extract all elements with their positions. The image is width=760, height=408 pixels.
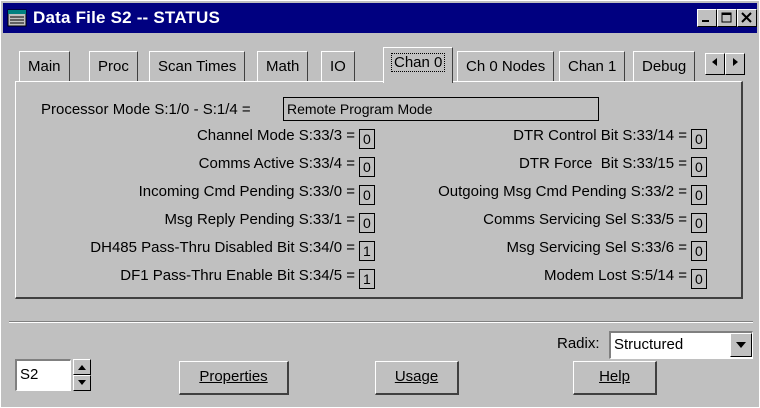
tab-scroll-right-button[interactable] [725,53,745,75]
file-spin-down-button[interactable] [73,375,91,391]
df1-pass-thru-enable-value: 1 [359,269,375,289]
radix-label: Radix: [557,335,600,352]
channel-mode-label: Channel Mode S:33/3 = [196,127,355,144]
chevron-down-icon [736,342,746,348]
tab-debug[interactable]: Debug [633,51,696,82]
close-button[interactable] [737,9,757,27]
comms-active-label: Comms Active S:33/4 = [198,155,355,172]
spin-up-icon [78,365,86,370]
dtr-control-bit-label: DTR Control Bit S:33/14 = [513,127,687,144]
msg-reply-pending-label: Msg Reply Pending S:33/1 = [164,211,355,228]
msg-reply-pending-value: 0 [359,213,375,233]
help-button-label: Help [599,368,630,385]
properties-button[interactable]: Properties [179,361,289,395]
radix-select[interactable]: Structured [609,331,753,359]
df1-pass-thru-enable-label: DF1 Pass-Thru Enable Bit S:34/5 = [120,267,355,284]
tab-io[interactable]: IO [321,51,355,82]
comms-servicing-sel-value: 0 [691,213,707,233]
help-button[interactable]: Help [573,361,657,395]
channel-mode-value: 0 [359,129,375,149]
spin-down-icon [78,380,86,385]
incoming-cmd-pending-value: 0 [359,185,375,205]
comms-active-value: 0 [359,157,375,177]
file-field-value: S2 [20,366,39,383]
data-file-icon [7,9,27,27]
comms-servicing-sel-label: Comms Servicing Sel S:33/5 = [483,211,687,228]
modem-lost-value: 0 [691,269,707,289]
title-bar[interactable]: Data File S2 -- STATUS [3,3,757,33]
file-spin-up-button[interactable] [73,359,91,375]
tab-chan-0[interactable]: Chan 0 [383,47,454,83]
tab-ch-0-nodes[interactable]: Ch 0 Nodes [457,51,555,82]
radix-value: Structured [614,336,684,353]
outgoing-msg-cmd-pending-value: 0 [691,185,707,205]
dtr-force-bit-value: 0 [691,157,707,177]
separator [9,321,753,323]
tab-proc[interactable]: Proc [89,51,138,82]
dh485-pass-thru-disabled-value: 1 [359,241,375,261]
minimize-icon [702,20,709,22]
data-file-window: Data File S2 -- STATUS Main Proc Scan Ti… [0,0,760,408]
tab-scroll-left-button[interactable] [705,53,725,75]
modem-lost-label: Modem Lost S:5/14 = [544,267,687,284]
incoming-cmd-pending-label: Incoming Cmd Pending S:33/0 = [138,183,355,200]
usage-button[interactable]: Usage [375,361,459,395]
tab-chan-1[interactable]: Chan 1 [559,51,626,82]
tab-math[interactable]: Math [257,51,309,82]
window-title: Data File S2 -- STATUS [33,8,221,27]
dtr-control-bit-value: 0 [691,129,707,149]
tab-scan-times[interactable]: Scan Times [149,51,246,82]
arrow-left-icon [712,58,717,66]
close-icon [741,12,752,23]
usage-button-label: Usage [394,368,439,385]
processor-mode-value: Remote Program Mode [283,97,599,121]
dtr-force-bit-label: DTR Force Bit S:33/15 = [519,155,687,172]
msg-servicing-sel-value: 0 [691,241,707,261]
maximize-icon [721,12,732,23]
file-field[interactable]: S2 [15,359,71,391]
properties-button-label: Properties [199,368,268,385]
tab-main[interactable]: Main [19,51,70,82]
dh485-pass-thru-disabled-label: DH485 Pass-Thru Disabled Bit S:34/0 = [90,239,355,256]
minimize-button[interactable] [697,9,717,27]
outgoing-msg-cmd-pending-label: Outgoing Msg Cmd Pending S:33/2 = [438,183,687,200]
msg-servicing-sel-label: Msg Servicing Sel S:33/6 = [506,239,687,256]
maximize-button[interactable] [717,9,737,27]
radix-dropdown-button[interactable] [730,333,752,357]
processor-mode-label: Processor Mode S:1/0 - S:1/4 = [41,101,251,118]
arrow-right-icon [733,58,738,66]
